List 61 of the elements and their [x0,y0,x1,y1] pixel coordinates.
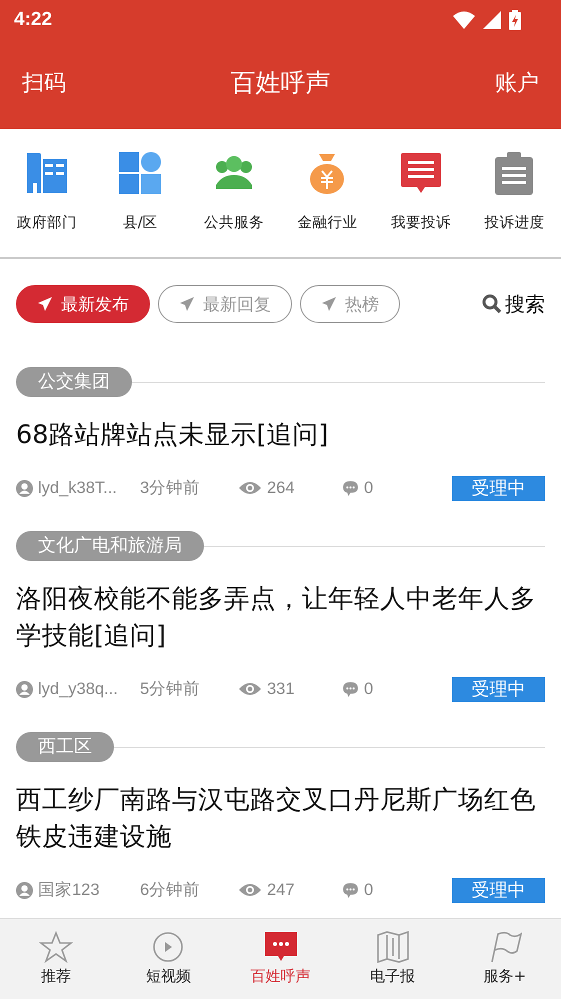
comment-icon [342,480,359,496]
scan-button[interactable]: 扫码 [22,68,66,98]
category-label[interactable]: 政府部门 [16,213,77,232]
search-button[interactable]: 搜索 [482,290,545,318]
page-title: 百姓呼声 [230,67,330,99]
category-label[interactable]: 县/区 [122,213,158,232]
post-time: 6分钟前 [140,880,202,901]
nav-tab[interactable]: 服务+ [448,919,561,999]
post-time: 3分钟前 [140,478,202,499]
search-icon [482,294,502,314]
user-icon [16,480,33,496]
eye-icon [238,882,262,898]
view-count: 247 [267,880,295,900]
signal-icon [483,11,501,29]
status-label: 受理中 [452,676,545,702]
paper-plane-icon [321,296,337,312]
filter-tab[interactable]: 最新发布 [16,285,150,323]
complaint-icon[interactable] [398,151,443,195]
map-icon [376,931,410,963]
wifi-icon [453,11,475,29]
post-title[interactable]: 西工纱厂南路与汉屯路交叉口丹尼斯广场红色铁皮违建设施 [16,782,545,856]
nav-tab[interactable]: 短视频 [112,919,224,999]
view-count: 331 [267,680,295,698]
comment-icon [342,680,359,698]
department-tag: 文化广电和旅游局 [16,531,204,561]
post-title[interactable]: 洛阳夜校能不能多弄点，让年轻人中老年人多学技能[追问] [16,581,545,655]
department-tag: 西工区 [16,732,114,762]
category-label[interactable]: 金融行业 [297,213,358,232]
building-icon[interactable] [24,151,69,195]
comment-count: 0 [364,880,374,900]
eye-icon [238,681,262,697]
status-label: 受理中 [452,878,545,902]
nav-tab[interactable]: 百姓呼声 [224,919,337,999]
user-icon [16,680,33,698]
paper-plane-icon [179,296,195,312]
comment-count: 0 [364,680,374,698]
account-button[interactable]: 账户 [495,68,539,98]
comment-count: 0 [364,478,374,498]
nav-tab[interactable]: 推荐 [0,919,112,999]
category-label[interactable]: 公共服务 [204,213,264,232]
status-time: 4:22 [14,9,52,31]
eye-icon [238,480,262,496]
post-title[interactable]: 68路站牌站点未显示[追问] [16,417,545,454]
play-icon [151,931,186,963]
paper-plane-icon [37,296,53,312]
category-label[interactable]: 我要投诉 [390,213,451,232]
post-time: 5分钟前 [140,679,202,700]
nav-tab[interactable]: 电子报 [336,919,449,999]
star-icon [39,931,74,963]
battery-icon [509,10,521,30]
status-label: 受理中 [452,476,545,500]
user-name: lyd_y38q... [38,680,118,698]
user-name: lyd_k38T... [38,478,117,498]
user-icon [16,882,33,898]
department-tag: 公交集团 [16,367,132,397]
user-name: 国家123 [38,880,100,901]
view-count: 264 [267,478,295,498]
comment-icon [342,882,359,898]
chat-bubble-icon [264,931,298,963]
category-label[interactable]: 投诉进度 [484,213,544,232]
blocks-icon[interactable] [118,151,162,195]
